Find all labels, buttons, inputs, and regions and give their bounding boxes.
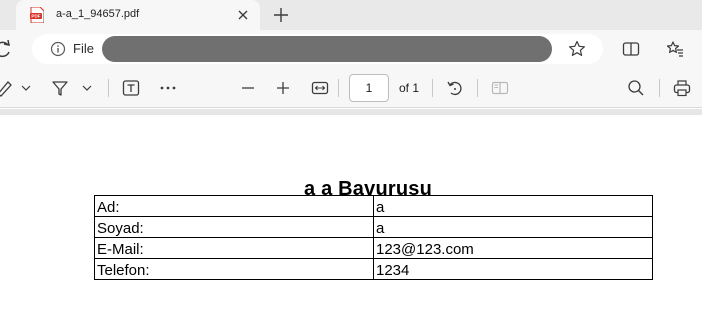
split-screen-icon[interactable] [622,40,640,58]
rotate-icon[interactable] [446,79,464,97]
field-value: 1234 [373,258,653,280]
scheme-label: File [73,41,94,56]
more-icon[interactable] [159,79,177,97]
field-label: Soyad: [94,216,374,238]
page-count: of 1 [399,81,420,95]
pdf-toolbar: of 1 [0,68,702,108]
address-bar[interactable]: File [32,34,603,64]
two-page-icon [491,81,509,95]
favorites-icon[interactable] [666,40,684,58]
new-tab-icon[interactable] [270,4,292,26]
address-bar-row: File [0,30,702,68]
print-icon[interactable] [673,79,691,97]
field-label: Telefon: [94,258,374,280]
tab-title: a-a_1_94657.pdf [56,8,140,20]
text-icon[interactable] [122,79,140,97]
page-number-input[interactable] [350,75,388,101]
toolbar-divider [432,79,433,97]
pdf-document-area: a a Bavurusu Ad: a Soyad: a E-Mail: 123@123.c… [0,109,702,329]
toolbar-divider [338,79,339,97]
chevron-down-icon[interactable] [20,79,32,97]
field-value: a [373,216,653,238]
draw-icon[interactable] [0,79,12,97]
url-redaction [102,36,552,62]
chevron-down-icon[interactable] [81,79,93,97]
field-value: 123@123.com [373,237,653,259]
zoom-in-icon[interactable] [275,79,291,97]
toolbar-divider [659,79,660,97]
toolbar-divider [108,79,109,97]
close-icon[interactable] [234,6,252,24]
application-form-table: Ad: a Soyad: a E-Mail: 123@123.com Telefon: 123… [94,195,653,280]
refresh-icon[interactable] [0,39,12,59]
toolbar-divider [477,79,478,97]
table-row: Ad: a [94,195,653,217]
field-label: E-Mail: [94,237,374,259]
table-row: Soyad: a [94,216,653,238]
pdf-file-icon: PDF [30,7,44,23]
table-row: E-Mail: 123@123.com [94,237,653,259]
highlight-icon[interactable] [51,79,69,97]
field-label: Ad: [94,195,374,217]
field-value: a [373,195,653,217]
svg-text:PDF: PDF [31,14,40,19]
zoom-out-icon[interactable] [240,79,256,97]
search-icon[interactable] [627,79,645,97]
browser-tab[interactable]: PDF a-a_1_94657.pdf [16,0,260,30]
table-row: Telefon: 1234 [94,258,653,280]
tab-strip: PDF a-a_1_94657.pdf [0,0,702,30]
info-icon[interactable] [50,41,66,57]
page-gap [0,109,702,115]
page-number-box[interactable] [349,74,389,102]
favorite-star-icon[interactable] [568,40,586,58]
fit-width-icon[interactable] [311,79,329,97]
